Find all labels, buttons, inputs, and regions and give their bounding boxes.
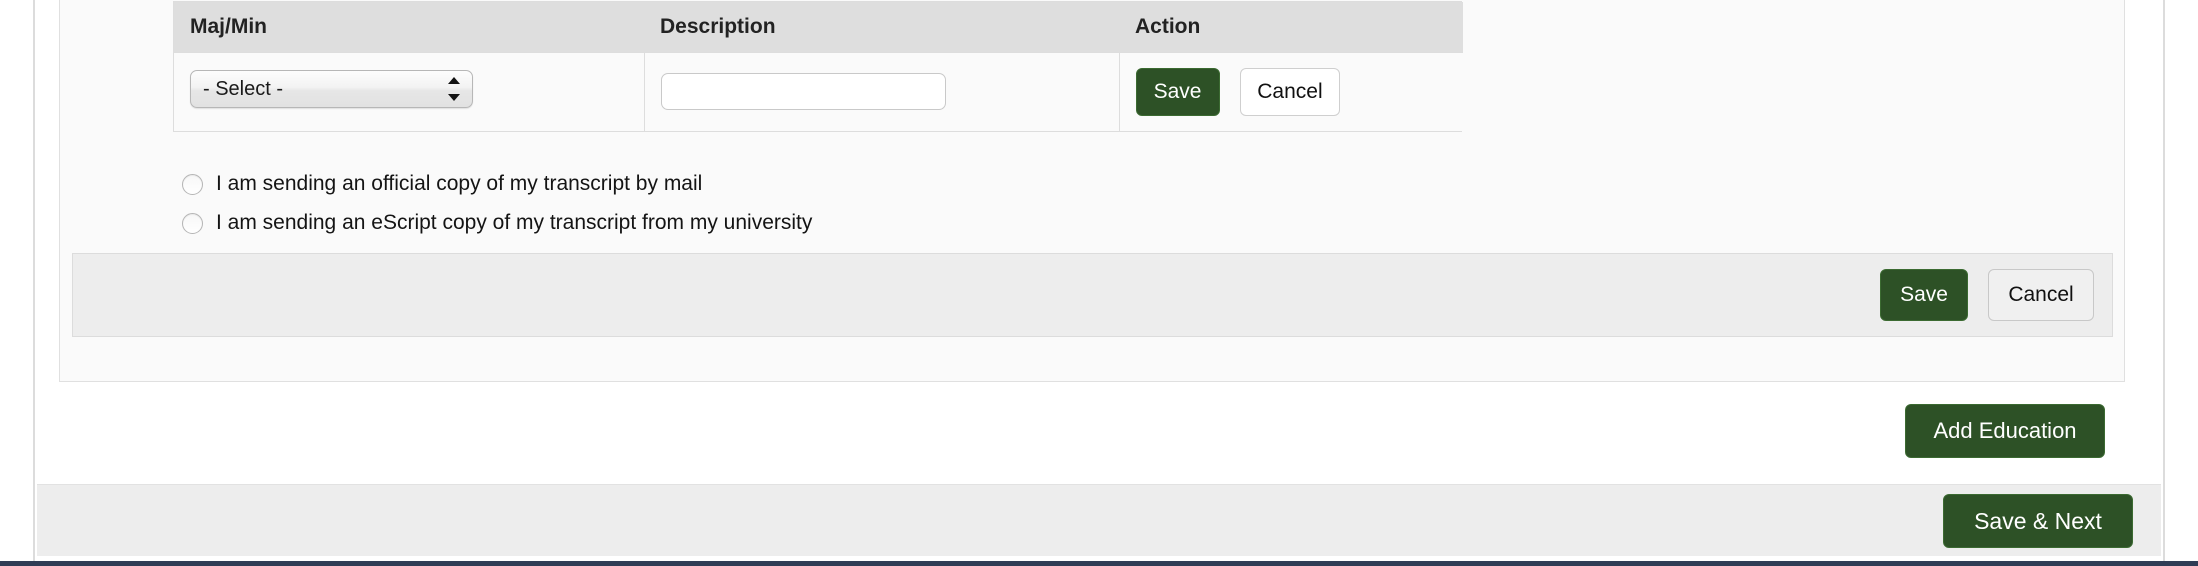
transcript-option-mail-label: I am sending an official copy of my tran… [216, 172, 703, 195]
save-and-next-button[interactable]: Save & Next [1943, 493, 2133, 548]
description-input[interactable] [660, 73, 946, 111]
education-form-page: Maj/Min Description Action - Select - Sa… [0, 0, 2198, 566]
add-education-container: Add Education [1905, 404, 2105, 458]
transcript-option-escript-label: I am sending an eScript copy of my trans… [216, 211, 813, 234]
cell-action: Save Cancel [1118, 52, 1463, 131]
radio-icon[interactable] [182, 173, 203, 195]
panel-action-buttons: Save Cancel [1880, 269, 2094, 321]
transcript-option-escript[interactable]: I am sending an eScript copy of my trans… [182, 206, 812, 240]
form-content-area: Maj/Min Description Action - Select - Sa… [37, 0, 2161, 484]
cell-maj-min: - Select - [174, 52, 644, 131]
row-cancel-button[interactable]: Cancel [1239, 67, 1340, 116]
panel-save-button[interactable]: Save [1880, 269, 1968, 321]
table-header-row: Maj/Min Description Action [174, 2, 1463, 53]
column-header-maj-min: Maj/Min [174, 2, 644, 53]
stepper-arrows-icon [448, 76, 460, 102]
page-content-column: Maj/Min Description Action - Select - Sa… [33, 0, 2165, 566]
maj-min-select[interactable]: - Select - [190, 70, 473, 109]
radio-icon[interactable] [182, 212, 203, 234]
cell-description [643, 52, 1119, 131]
form-footer-bar: Save & Next [37, 484, 2161, 556]
education-entry-panel: Maj/Min Description Action - Select - Sa… [59, 0, 2125, 382]
table-row: - Select - Save Cancel [174, 52, 1463, 131]
panel-cancel-button[interactable]: Cancel [1988, 269, 2094, 321]
transcript-radio-group: I am sending an official copy of my tran… [182, 167, 812, 245]
maj-min-select-value: - Select - [203, 78, 284, 101]
column-header-action: Action [1119, 2, 1463, 53]
transcript-option-mail[interactable]: I am sending an official copy of my tran… [182, 167, 812, 201]
bottom-accent-strip [0, 561, 2198, 566]
column-header-description: Description [644, 2, 1119, 53]
panel-action-bar: Save Cancel [72, 253, 2113, 337]
row-save-button[interactable]: Save [1135, 67, 1220, 116]
major-minor-table: Maj/Min Description Action - Select - Sa… [173, 1, 1463, 132]
add-education-button[interactable]: Add Education [1905, 404, 2105, 458]
